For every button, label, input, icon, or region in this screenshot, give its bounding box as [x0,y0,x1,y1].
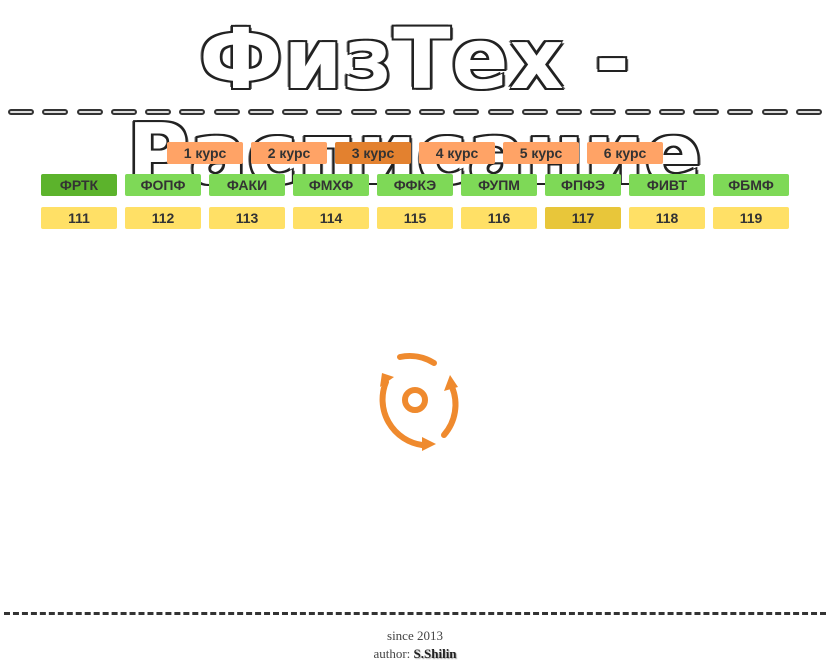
group-selector: 111 112 113 114 115 116 117 118 119 [0,207,830,229]
group-tab-112[interactable]: 112 [125,207,201,229]
title-underline-dash [453,109,480,115]
title-underline-dash [213,109,240,115]
faculty-tab-fmhf[interactable]: ФМХФ [293,174,369,196]
group-tab-114[interactable]: 114 [293,207,369,229]
title-underline-dash [419,109,445,115]
footer-divider [4,612,826,615]
title-underline-dash [795,109,822,115]
group-tab-111[interactable]: 111 [41,207,117,229]
course-tab-4[interactable]: 4 курс [419,142,495,164]
title-underline-dash [179,109,206,115]
group-tab-117[interactable]: 117 [545,207,621,229]
title-underline-dash [761,109,788,115]
title-underline-dash [8,109,34,115]
group-tab-119[interactable]: 119 [713,207,789,229]
title-underline-dash [110,109,137,115]
faculty-tab-ffke[interactable]: ФФКЭ [377,174,453,196]
footer: since 2013 author: S.Shilin [0,627,830,663]
title-underline [8,106,822,118]
author-line: author: S.Shilin [0,645,830,663]
title-underline-dash [384,109,411,115]
course-tab-6[interactable]: 6 курс [587,142,663,164]
course-tab-2[interactable]: 2 курс [251,142,327,164]
title-underline-dash [521,109,548,115]
title-underline-dash [145,109,171,115]
faculty-tab-fupm[interactable]: ФУПМ [461,174,537,196]
title-underline-dash [487,109,514,115]
author-link[interactable]: S.Shilin [414,646,457,661]
group-tab-113[interactable]: 113 [209,207,285,229]
faculty-tab-fopf[interactable]: ФОПФ [125,174,201,196]
group-tab-116[interactable]: 116 [461,207,537,229]
title-underline-dash [590,109,617,115]
page-title: ФизТех - Расписание [127,10,703,203]
title-underline-dash [693,109,719,115]
course-tab-5[interactable]: 5 курс [503,142,579,164]
title-underline-dash [350,109,377,115]
faculty-tab-fivt[interactable]: ФИВТ [629,174,705,196]
group-tab-118[interactable]: 118 [629,207,705,229]
title-underline-dash [247,109,274,115]
title-underline-dash [316,109,343,115]
faculty-tab-fpfe[interactable]: ФПФЭ [545,174,621,196]
faculty-selector: ФРТК ФОПФ ФАКИ ФМХФ ФФКЭ ФУПМ ФПФЭ ФИВТ … [0,174,830,196]
author-label: author: [373,646,411,661]
title-underline-dash [42,109,69,115]
since-text: since 2013 [387,628,443,643]
title-underline-dash [282,109,308,115]
title-underline-dash [76,109,103,115]
course-tab-1[interactable]: 1 курс [167,142,243,164]
faculty-tab-fbmf[interactable]: ФБМФ [713,174,789,196]
title-underline-dash [658,109,685,115]
title-underline-dash [556,109,582,115]
title-underline-dash [727,109,754,115]
course-selector: 1 курс 2 курс 3 курс 4 курс 5 курс 6 кур… [0,142,830,164]
faculty-tab-faki[interactable]: ФАКИ [209,174,285,196]
loading-spinner-icon [364,349,466,451]
title-underline-dash [624,109,651,115]
course-tab-3[interactable]: 3 курс [335,142,411,164]
group-tab-115[interactable]: 115 [377,207,453,229]
faculty-tab-frtk[interactable]: ФРТК [41,174,117,196]
